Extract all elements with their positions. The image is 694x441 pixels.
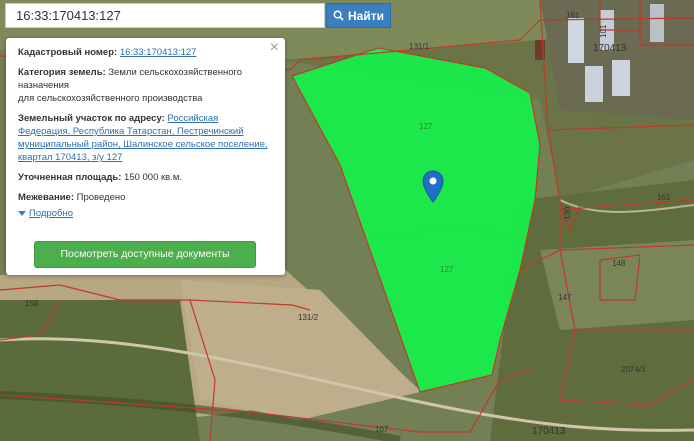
search-bar: [5, 3, 325, 28]
chevron-down-icon: [18, 211, 26, 216]
search-button-label: Найти: [348, 8, 384, 23]
close-icon[interactable]: ×: [270, 40, 279, 56]
address-link-3[interactable]: муниципальный район, Шалинское сельское …: [18, 139, 268, 150]
land-category-value: Земли сельскохозяйственного: [108, 67, 243, 78]
area-label: Уточненная площадь:: [18, 172, 122, 183]
more-details-toggle[interactable]: Подробно: [18, 207, 273, 220]
search-button[interactable]: Найти: [326, 3, 391, 28]
cadastral-number-label: Кадастровый номер:: [18, 47, 118, 58]
map-label-170413-b: 170413: [532, 426, 566, 437]
survey-value: Проведено: [76, 192, 126, 203]
map-label-130: 130: [563, 206, 572, 220]
map-label-161: 161: [566, 11, 580, 20]
map-label-170413: 170413: [593, 43, 627, 54]
land-category-row: Категория земель: Земли сельскохозяйстве…: [18, 66, 273, 105]
map-label-127: 127: [419, 122, 433, 131]
map-label-2074-3: 2074/3: [621, 365, 646, 374]
map-label-147: 147: [558, 293, 572, 302]
area-value: 150 000 кв.м.: [124, 172, 183, 183]
cadastral-number-row: Кадастровый номер: 16:33:170413:127: [18, 46, 273, 59]
address-link-1[interactable]: Российская: [167, 113, 218, 124]
map-label-101: 101: [599, 24, 608, 38]
map-label-131-2: 131/2: [298, 313, 319, 322]
parcel-info-panel: × Кадастровый номер: 16:33:170413:127 Ка…: [6, 38, 285, 275]
land-category-value-2: назначения: [18, 80, 70, 91]
cadastral-number-link[interactable]: 16:33:170413:127: [120, 47, 197, 58]
address-link-4[interactable]: квартал 170413, з/у 127: [18, 152, 122, 163]
address-label: Земельный участок по адресу:: [18, 113, 165, 124]
survey-label: Межевание:: [18, 192, 74, 203]
survey-row: Межевание: Проведено: [18, 191, 273, 204]
more-details-link[interactable]: Подробно: [29, 207, 73, 220]
map-label-127-b: 127: [440, 265, 454, 274]
land-category-label: Категория земель:: [18, 67, 106, 78]
map-label-148: 148: [612, 259, 626, 268]
area-row: Уточненная площадь: 150 000 кв.м.: [18, 171, 273, 184]
land-category-value-3: для сельскохозяйственного производства: [18, 93, 203, 104]
address-row: Земельный участок по адресу: Российская …: [18, 112, 273, 164]
map-label-131-1: 131/1: [409, 42, 430, 51]
view-documents-button[interactable]: Посмотреть доступные документы: [34, 241, 256, 268]
address-link-2[interactable]: Федерация, Республика Татарстан, Пестреч…: [18, 126, 244, 137]
map-label-161-b: 161: [657, 193, 671, 202]
map-label-158: 158: [25, 299, 39, 308]
search-icon: [333, 10, 344, 21]
search-input[interactable]: [6, 4, 324, 27]
map-label-107: 107: [375, 425, 389, 434]
